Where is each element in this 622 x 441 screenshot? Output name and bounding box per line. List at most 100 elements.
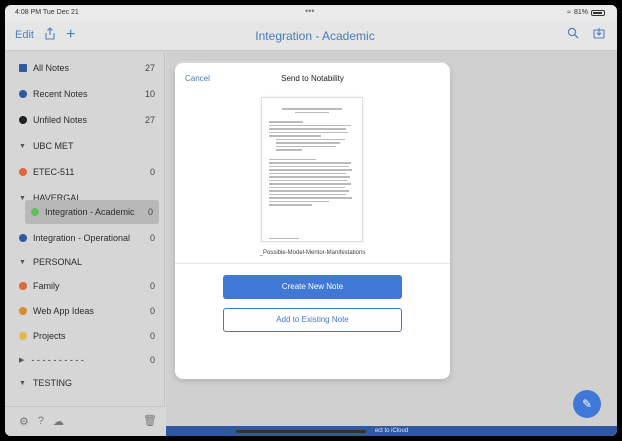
thumb-line <box>269 165 349 167</box>
sidebar-item-count: 0 <box>147 207 153 217</box>
status-time: 4:08 PM Tue Dec 21 <box>15 9 79 16</box>
sidebar-item-count: 27 <box>144 63 155 73</box>
edit-button[interactable]: Edit <box>15 29 34 41</box>
sync-status-text: ect to iCloud <box>374 428 409 434</box>
import-icon[interactable] <box>593 26 605 42</box>
thumb-line <box>269 169 352 171</box>
sidebar-item-label: Unfiled Notes <box>33 115 88 125</box>
page-title: Integration - Academic <box>255 29 375 43</box>
thumb-line <box>269 197 352 199</box>
clock-icon <box>19 90 27 98</box>
sidebar-item-count: 0 <box>149 355 155 365</box>
sidebar-item-count: 0 <box>149 281 155 291</box>
sidebar-item-web-app-ideas[interactable]: Web App Ideas 0 <box>5 299 165 323</box>
thumb-line <box>269 131 349 133</box>
search-icon[interactable] <box>567 26 579 42</box>
sidebar-item-family[interactable]: Family 0 <box>5 274 165 298</box>
sidebar-item-recent-notes[interactable]: Recent Notes 10 <box>5 82 165 106</box>
section-label: - - - - - - - - - - <box>31 355 84 365</box>
section-label: PERSONAL <box>32 257 82 267</box>
section-testing[interactable]: ▼ TESTING <box>5 371 165 395</box>
battery-percent: 81% <box>573 9 588 16</box>
thumb-line <box>275 142 341 144</box>
thumb-line <box>275 145 337 147</box>
compose-icon: ✎ <box>581 397 593 411</box>
thumb-line <box>269 183 351 185</box>
share-icon[interactable] <box>44 27 56 43</box>
sidebar-item-integration-operational[interactable]: Integration - Operational 0 <box>5 226 165 250</box>
sidebar-item-unfiled-notes[interactable]: Unfiled Notes 27 <box>5 108 165 132</box>
thumb-line <box>269 162 351 164</box>
trash-icon[interactable]: 🗑 <box>143 414 157 427</box>
home-indicator[interactable] <box>236 430 366 433</box>
sidebar-item-label: Family <box>33 281 60 291</box>
sidebar-item-count: 0 <box>149 233 155 243</box>
thumb-line <box>269 158 317 160</box>
note-stack-icon <box>19 64 27 72</box>
status-bar: 4:08 PM Tue Dec 21 ••• ≈ 81% <box>5 5 617 21</box>
cancel-button[interactable]: Cancel <box>185 74 210 83</box>
chevron-right-icon: ▶ <box>19 357 25 364</box>
thumb-line <box>269 172 347 174</box>
subject-dot-icon <box>19 332 27 340</box>
sidebar-item-label: Integration - Operational <box>33 233 131 243</box>
thumb-line <box>269 200 330 202</box>
sidebar-item-count: 0 <box>149 167 155 177</box>
sync-status-bar: ect to iCloud <box>166 426 617 436</box>
create-new-note-button[interactable]: Create New Note <box>223 275 402 299</box>
thumb-line <box>269 176 350 178</box>
subject-dot-icon <box>19 307 27 315</box>
thumb-line <box>269 135 321 137</box>
sidebar-item-label: Web App Ideas <box>33 306 94 316</box>
section-label: UBC MET <box>32 141 74 151</box>
thumb-line <box>294 111 330 113</box>
add-to-existing-note-button[interactable]: Add to Existing Note <box>223 308 402 332</box>
thumb-line <box>269 193 347 195</box>
sidebar-item-projects[interactable]: Projects 0 <box>5 324 165 348</box>
thumb-line <box>269 179 349 181</box>
unfiled-icon <box>19 116 27 124</box>
section-personal[interactable]: ▼ PERSONAL <box>5 250 165 274</box>
subject-dot-icon <box>19 282 27 290</box>
sidebar-item-label: Recent Notes <box>33 89 88 99</box>
thumb-line <box>269 128 347 130</box>
document-thumbnail <box>261 97 363 242</box>
sidebar-item-all-notes[interactable]: All Notes 27 <box>5 56 165 80</box>
sidebar-item-count: 0 <box>149 331 155 341</box>
sidebar-item-label: ETEC-511 <box>33 167 75 177</box>
ipad-screen: 4:08 PM Tue Dec 21 ••• ≈ 81% Edit + Inte… <box>5 5 617 436</box>
sidebar-item-integration-academic[interactable]: Integration - Academic 0 <box>25 200 159 224</box>
sidebar-item-count: 10 <box>144 89 155 99</box>
thumb-line <box>269 190 349 192</box>
top-navigation: Edit + Integration - Academic <box>5 21 617 51</box>
wifi-icon: ≈ <box>567 9 571 16</box>
compose-button[interactable]: ✎ <box>573 390 601 418</box>
chevron-down-icon: ▼ <box>19 379 26 387</box>
thumb-line <box>269 124 351 126</box>
send-to-notability-dialog: Send to Notability Cancel _Possible-Mode… <box>175 63 450 379</box>
sidebar-item-count: 27 <box>144 115 155 125</box>
multitasking-dots[interactable]: ••• <box>305 6 314 16</box>
help-icon[interactable]: ? <box>38 415 44 428</box>
sidebar-item-label: All Notes <box>33 63 70 73</box>
chevron-down-icon: ▼ <box>19 258 26 266</box>
subject-dot-icon <box>31 208 39 216</box>
cloud-sync-icon[interactable]: ☁ <box>53 415 64 428</box>
battery-icon <box>591 9 605 16</box>
gear-icon[interactable]: ⚙ <box>19 415 29 428</box>
add-icon[interactable]: + <box>66 27 75 43</box>
subject-dot-icon <box>19 234 27 242</box>
sidebar: All Notes 27 Recent Notes 10 Unfiled Not… <box>5 51 165 436</box>
thumb-line <box>275 138 345 140</box>
dialog-divider <box>175 263 450 264</box>
sidebar-item-etec-511[interactable]: ETEC-511 0 <box>5 160 165 184</box>
sidebar-item-count: 0 <box>149 306 155 316</box>
thumb-line <box>269 204 312 206</box>
section-ubc-met[interactable]: ▼ UBC MET <box>5 134 165 158</box>
subject-dot-icon <box>19 168 27 176</box>
thumb-line <box>281 108 343 110</box>
section-collapsed[interactable]: ▶ - - - - - - - - - - 0 <box>5 348 165 372</box>
dialog-title: Send to Notability <box>281 74 344 83</box>
thumb-line <box>275 149 302 151</box>
thumb-line <box>269 186 345 188</box>
